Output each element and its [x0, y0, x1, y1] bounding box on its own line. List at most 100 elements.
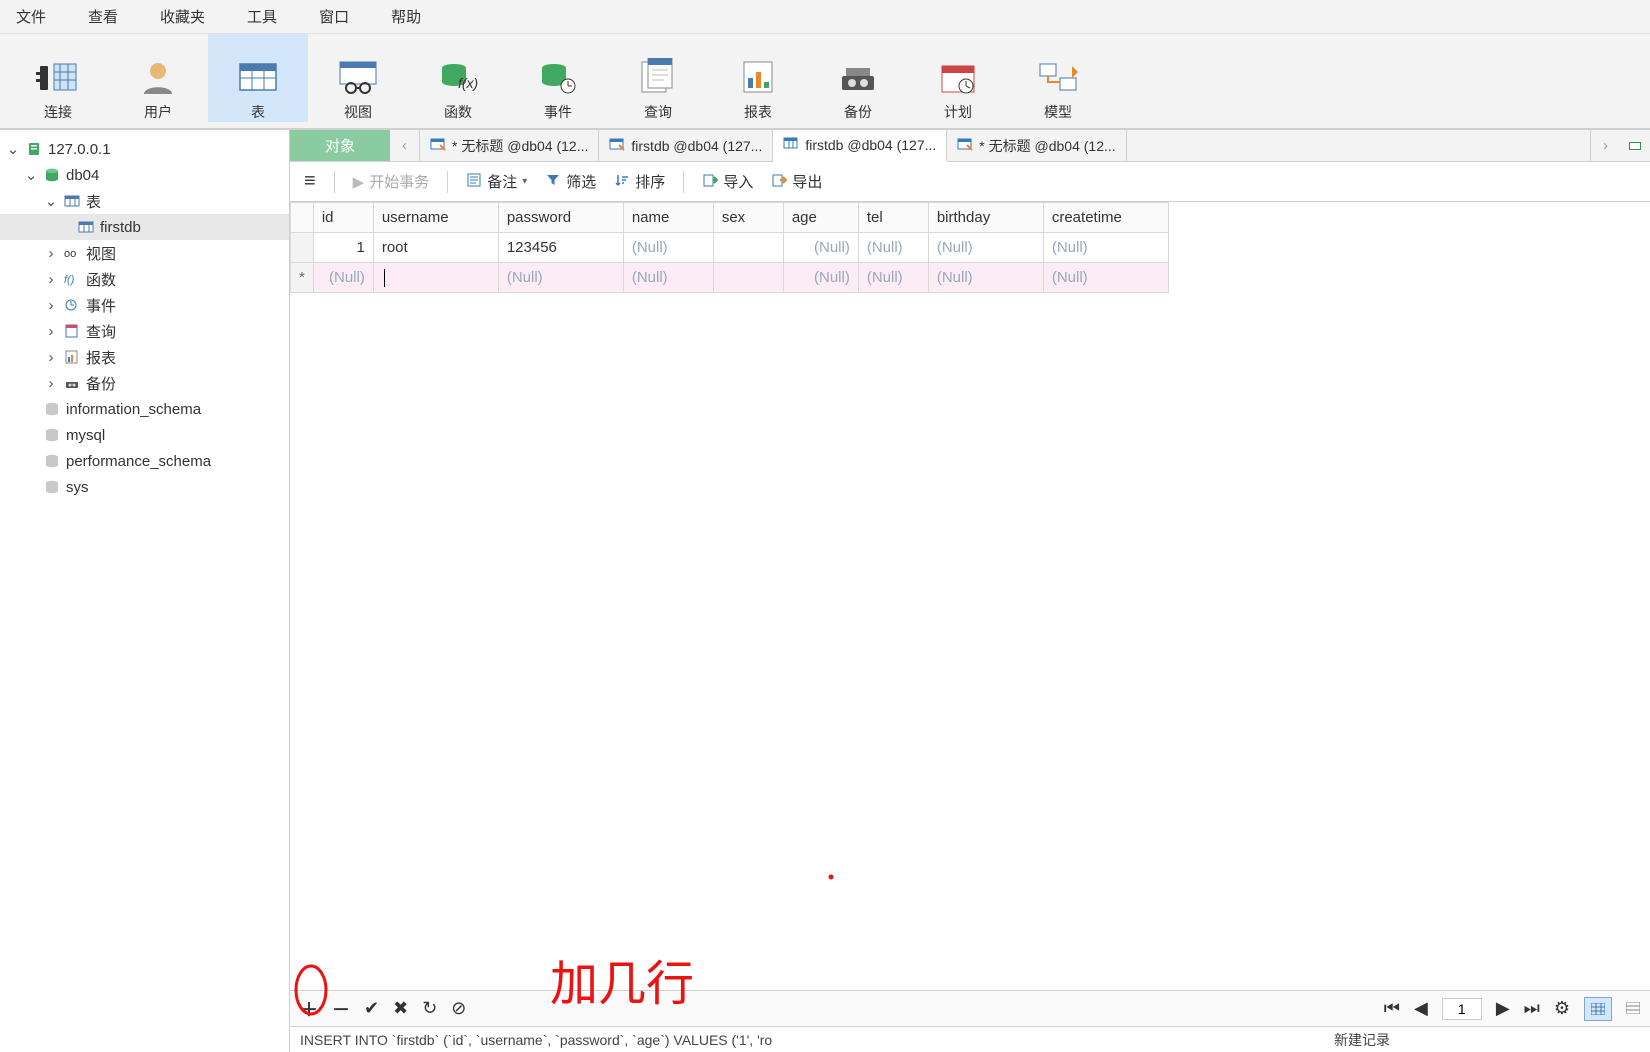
column-header[interactable]: createtime — [1043, 203, 1168, 233]
grid-cell[interactable]: (Null) — [623, 263, 713, 293]
settings-button[interactable]: ⚙ — [1554, 998, 1570, 1019]
ribbon-backup-button[interactable]: 备份 — [808, 34, 908, 122]
menu-fav[interactable]: 收藏夹 — [156, 4, 209, 29]
last-record-button[interactable]: ⏭ — [1524, 998, 1540, 1019]
tree-database[interactable]: performance_schema — [0, 448, 289, 474]
ribbon-connect-button[interactable]: 连接 — [8, 34, 108, 122]
doc-tab[interactable]: firstdb @db04 (127... — [599, 130, 773, 161]
expander-icon[interactable]: ⌄ — [24, 166, 38, 184]
tree-group-backup[interactable]: ›备份 — [0, 370, 289, 396]
menu-file[interactable]: 文件 — [12, 4, 50, 29]
add-record-button[interactable]: ＋ — [300, 996, 318, 1022]
grid-cell[interactable]: 123456 — [498, 233, 623, 263]
tree-database[interactable]: information_schema — [0, 396, 289, 422]
grid-cell[interactable]: (Null) — [928, 263, 1043, 293]
tree-database[interactable]: ⌄ db04 — [0, 162, 289, 188]
doc-tab[interactable]: * 无标题 @db04 (12... — [947, 130, 1126, 161]
grid-cell[interactable]: 1 — [313, 233, 373, 263]
expander-icon[interactable]: › — [44, 349, 58, 366]
tree-group-view[interactable]: ›oo视图 — [0, 240, 289, 266]
form-view-toggle[interactable] — [1626, 998, 1640, 1019]
tree-server[interactable]: ⌄ 127.0.0.1 — [0, 136, 289, 162]
grid-cell[interactable]: (Null) — [858, 263, 928, 293]
prev-record-button[interactable]: ◀ — [1414, 998, 1428, 1019]
tree-group-report[interactable]: ›报表 — [0, 344, 289, 370]
doc-tab[interactable]: * 无标题 @db04 (12... — [420, 130, 599, 161]
tree-database[interactable]: sys — [0, 474, 289, 500]
filter-button[interactable]: 筛选 — [545, 171, 596, 192]
ribbon-schedule-button[interactable]: 计划 — [908, 34, 1008, 122]
column-header[interactable]: username — [373, 203, 498, 233]
menu-help[interactable]: 帮助 — [387, 4, 425, 29]
expander-icon[interactable]: › — [44, 245, 58, 262]
tab-prev-button[interactable]: ‹ — [390, 130, 420, 161]
tree-database[interactable]: mysql — [0, 422, 289, 448]
stop-button[interactable]: ⊘ — [451, 998, 466, 1019]
new-row[interactable]: *(Null)(Null)(Null)(Null)(Null)(Null)(Nu… — [291, 263, 1169, 293]
column-header[interactable]: age — [783, 203, 858, 233]
tree-group-func[interactable]: ›f()函数 — [0, 266, 289, 292]
expander-icon[interactable]: ⌄ — [6, 140, 20, 158]
column-header[interactable]: tel — [858, 203, 928, 233]
memo-button[interactable]: 备注 ▾ — [466, 171, 527, 192]
ribbon-model-button[interactable]: 模型 — [1008, 34, 1108, 122]
ribbon-report-button[interactable]: 报表 — [708, 34, 808, 122]
ribbon-query-button[interactable]: 查询 — [608, 34, 708, 122]
next-record-button[interactable]: ▶ — [1496, 998, 1510, 1019]
column-header[interactable]: id — [313, 203, 373, 233]
sidebar-tree[interactable]: ⌄ 127.0.0.1 ⌄ db04 ⌄ 表 firstdb ›oo视图›f()… — [0, 130, 290, 1052]
import-button[interactable]: 导入 — [702, 171, 753, 192]
menu-view[interactable]: 查看 — [84, 4, 122, 29]
cancel-button[interactable]: ✖ — [393, 998, 408, 1019]
begin-transaction-button[interactable]: ▶ 开始事务 — [353, 171, 430, 192]
grid-view-toggle[interactable] — [1584, 997, 1612, 1021]
grid-cell[interactable]: (Null) — [623, 233, 713, 263]
grid-cell[interactable] — [713, 233, 783, 263]
ribbon-event-button[interactable]: 事件 — [508, 34, 608, 122]
menu-window[interactable]: 窗口 — [315, 4, 353, 29]
grid-cell[interactable]: (Null) — [928, 233, 1043, 263]
grid-cell[interactable]: (Null) — [1043, 263, 1168, 293]
ribbon-table-button[interactable]: 表 — [208, 34, 308, 122]
tree-tables-group[interactable]: ⌄ 表 — [0, 188, 289, 214]
tab-next-button[interactable]: › — [1590, 130, 1620, 161]
delete-record-button[interactable]: － — [332, 996, 350, 1022]
grid-cell[interactable]: (Null) — [783, 233, 858, 263]
grid-cell[interactable]: (Null) — [783, 263, 858, 293]
doc-tab[interactable]: firstdb @db04 (127... — [773, 130, 947, 162]
grid-cell[interactable]: (Null) — [858, 233, 928, 263]
object-tab[interactable]: 对象 — [290, 130, 390, 161]
hamburger-button[interactable]: ≡ — [304, 170, 316, 193]
grid-cell[interactable]: (Null) — [313, 263, 373, 293]
page-input[interactable] — [1442, 998, 1482, 1020]
row-indicator[interactable] — [291, 233, 314, 263]
grid-cell-editing[interactable] — [373, 263, 498, 293]
column-header[interactable]: password — [498, 203, 623, 233]
data-grid[interactable]: idusernamepasswordnamesexagetelbirthdayc… — [290, 202, 1650, 1052]
ribbon-user-button[interactable]: 用户 — [108, 34, 208, 122]
column-header[interactable]: sex — [713, 203, 783, 233]
ribbon-function-button[interactable]: f(x)函数 — [408, 34, 508, 122]
tree-group-query[interactable]: ›查询 — [0, 318, 289, 344]
expander-icon[interactable]: › — [44, 271, 58, 288]
first-record-button[interactable]: ⏮ — [1384, 998, 1400, 1019]
apply-button[interactable]: ✔ — [364, 998, 379, 1019]
expander-icon[interactable]: › — [44, 375, 58, 392]
tree-group-event[interactable]: ›事件 — [0, 292, 289, 318]
ribbon-view-button[interactable]: 视图 — [308, 34, 408, 122]
expander-icon[interactable]: ⌄ — [44, 192, 58, 210]
grid-cell[interactable]: root — [373, 233, 498, 263]
sort-button[interactable]: 排序 — [614, 171, 665, 192]
row-indicator[interactable]: * — [291, 263, 314, 293]
expander-icon[interactable]: › — [44, 323, 58, 340]
menu-tools[interactable]: 工具 — [243, 4, 281, 29]
refresh-button[interactable]: ↻ — [422, 998, 437, 1019]
grid-cell[interactable] — [713, 263, 783, 293]
table-row[interactable]: 1root123456(Null)(Null)(Null)(Null)(Null… — [291, 233, 1169, 263]
column-header[interactable]: name — [623, 203, 713, 233]
export-button[interactable]: 导出 — [771, 171, 822, 192]
grid-cell[interactable]: (Null) — [498, 263, 623, 293]
tree-table-firstdb[interactable]: firstdb — [0, 214, 289, 240]
column-header[interactable]: birthday — [928, 203, 1043, 233]
grid-cell[interactable]: (Null) — [1043, 233, 1168, 263]
